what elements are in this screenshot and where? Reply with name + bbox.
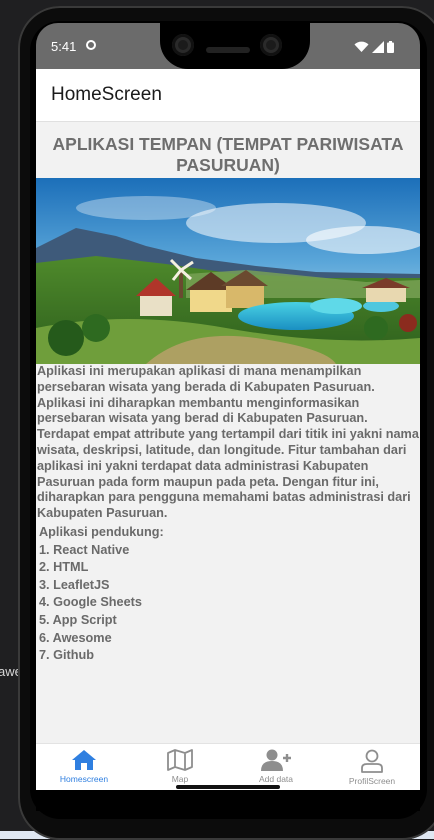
earpiece-speaker — [206, 47, 250, 53]
support-apps-list: 1. React Native 2. HTML 3. LeafletJS 4. … — [36, 542, 420, 665]
list-item: 4. Google Sheets — [39, 595, 142, 610]
tab-profilscreen[interactable]: ProfilScreen — [324, 744, 420, 791]
battery-icon — [387, 41, 394, 53]
tab-label: Add data — [258, 774, 294, 784]
add-user-icon — [261, 749, 291, 771]
wifi-icon — [354, 41, 369, 52]
tab-add-data[interactable]: Add data — [228, 744, 324, 791]
user-icon — [361, 749, 383, 773]
tab-homescreen[interactable]: Homescreen — [36, 744, 132, 791]
sync-status-icon — [86, 40, 96, 50]
app-screen: HomeScreen APLIKASI TEMPAN (TEMPAT PARIW… — [36, 69, 420, 811]
resort-landscape-image — [36, 178, 420, 364]
hero-image — [36, 178, 420, 364]
app-description: Aplikasi ini merupakan aplikasi di mana … — [37, 364, 419, 521]
bottom-tab-bar: Homescreen Map Add data ProfilScreen — [36, 743, 420, 791]
list-item: 2. HTML — [39, 560, 89, 575]
header-title: HomeScreen — [51, 84, 162, 105]
status-icons — [354, 41, 394, 53]
home-indicator[interactable] — [176, 785, 280, 789]
phone-bottom-bezel — [36, 790, 420, 811]
tab-map[interactable]: Map — [132, 744, 228, 791]
page-title: APLIKASI TEMPAN (TEMPAT PARIWISATA PASUR… — [52, 134, 404, 175]
app-header: HomeScreen — [36, 69, 420, 122]
tab-label: Homescreen — [59, 774, 109, 784]
home-icon — [72, 750, 96, 770]
status-time: 5:41 — [51, 39, 77, 54]
front-sensor-icon — [260, 34, 282, 56]
signal-icon — [372, 41, 384, 53]
tab-label: ProfilScreen — [348, 776, 396, 786]
map-icon — [167, 749, 193, 771]
list-item: 5. App Script — [39, 612, 117, 627]
list-item: 6. Awesome — [39, 630, 112, 645]
tab-label: Map — [171, 774, 189, 784]
list-item: 3. LeafletJS — [39, 577, 110, 592]
list-item: 1. React Native — [39, 542, 130, 557]
list-item: 7. Github — [39, 648, 94, 663]
support-apps-heading: Aplikasi pendukung: — [39, 524, 164, 539]
front-camera-icon — [172, 34, 194, 56]
